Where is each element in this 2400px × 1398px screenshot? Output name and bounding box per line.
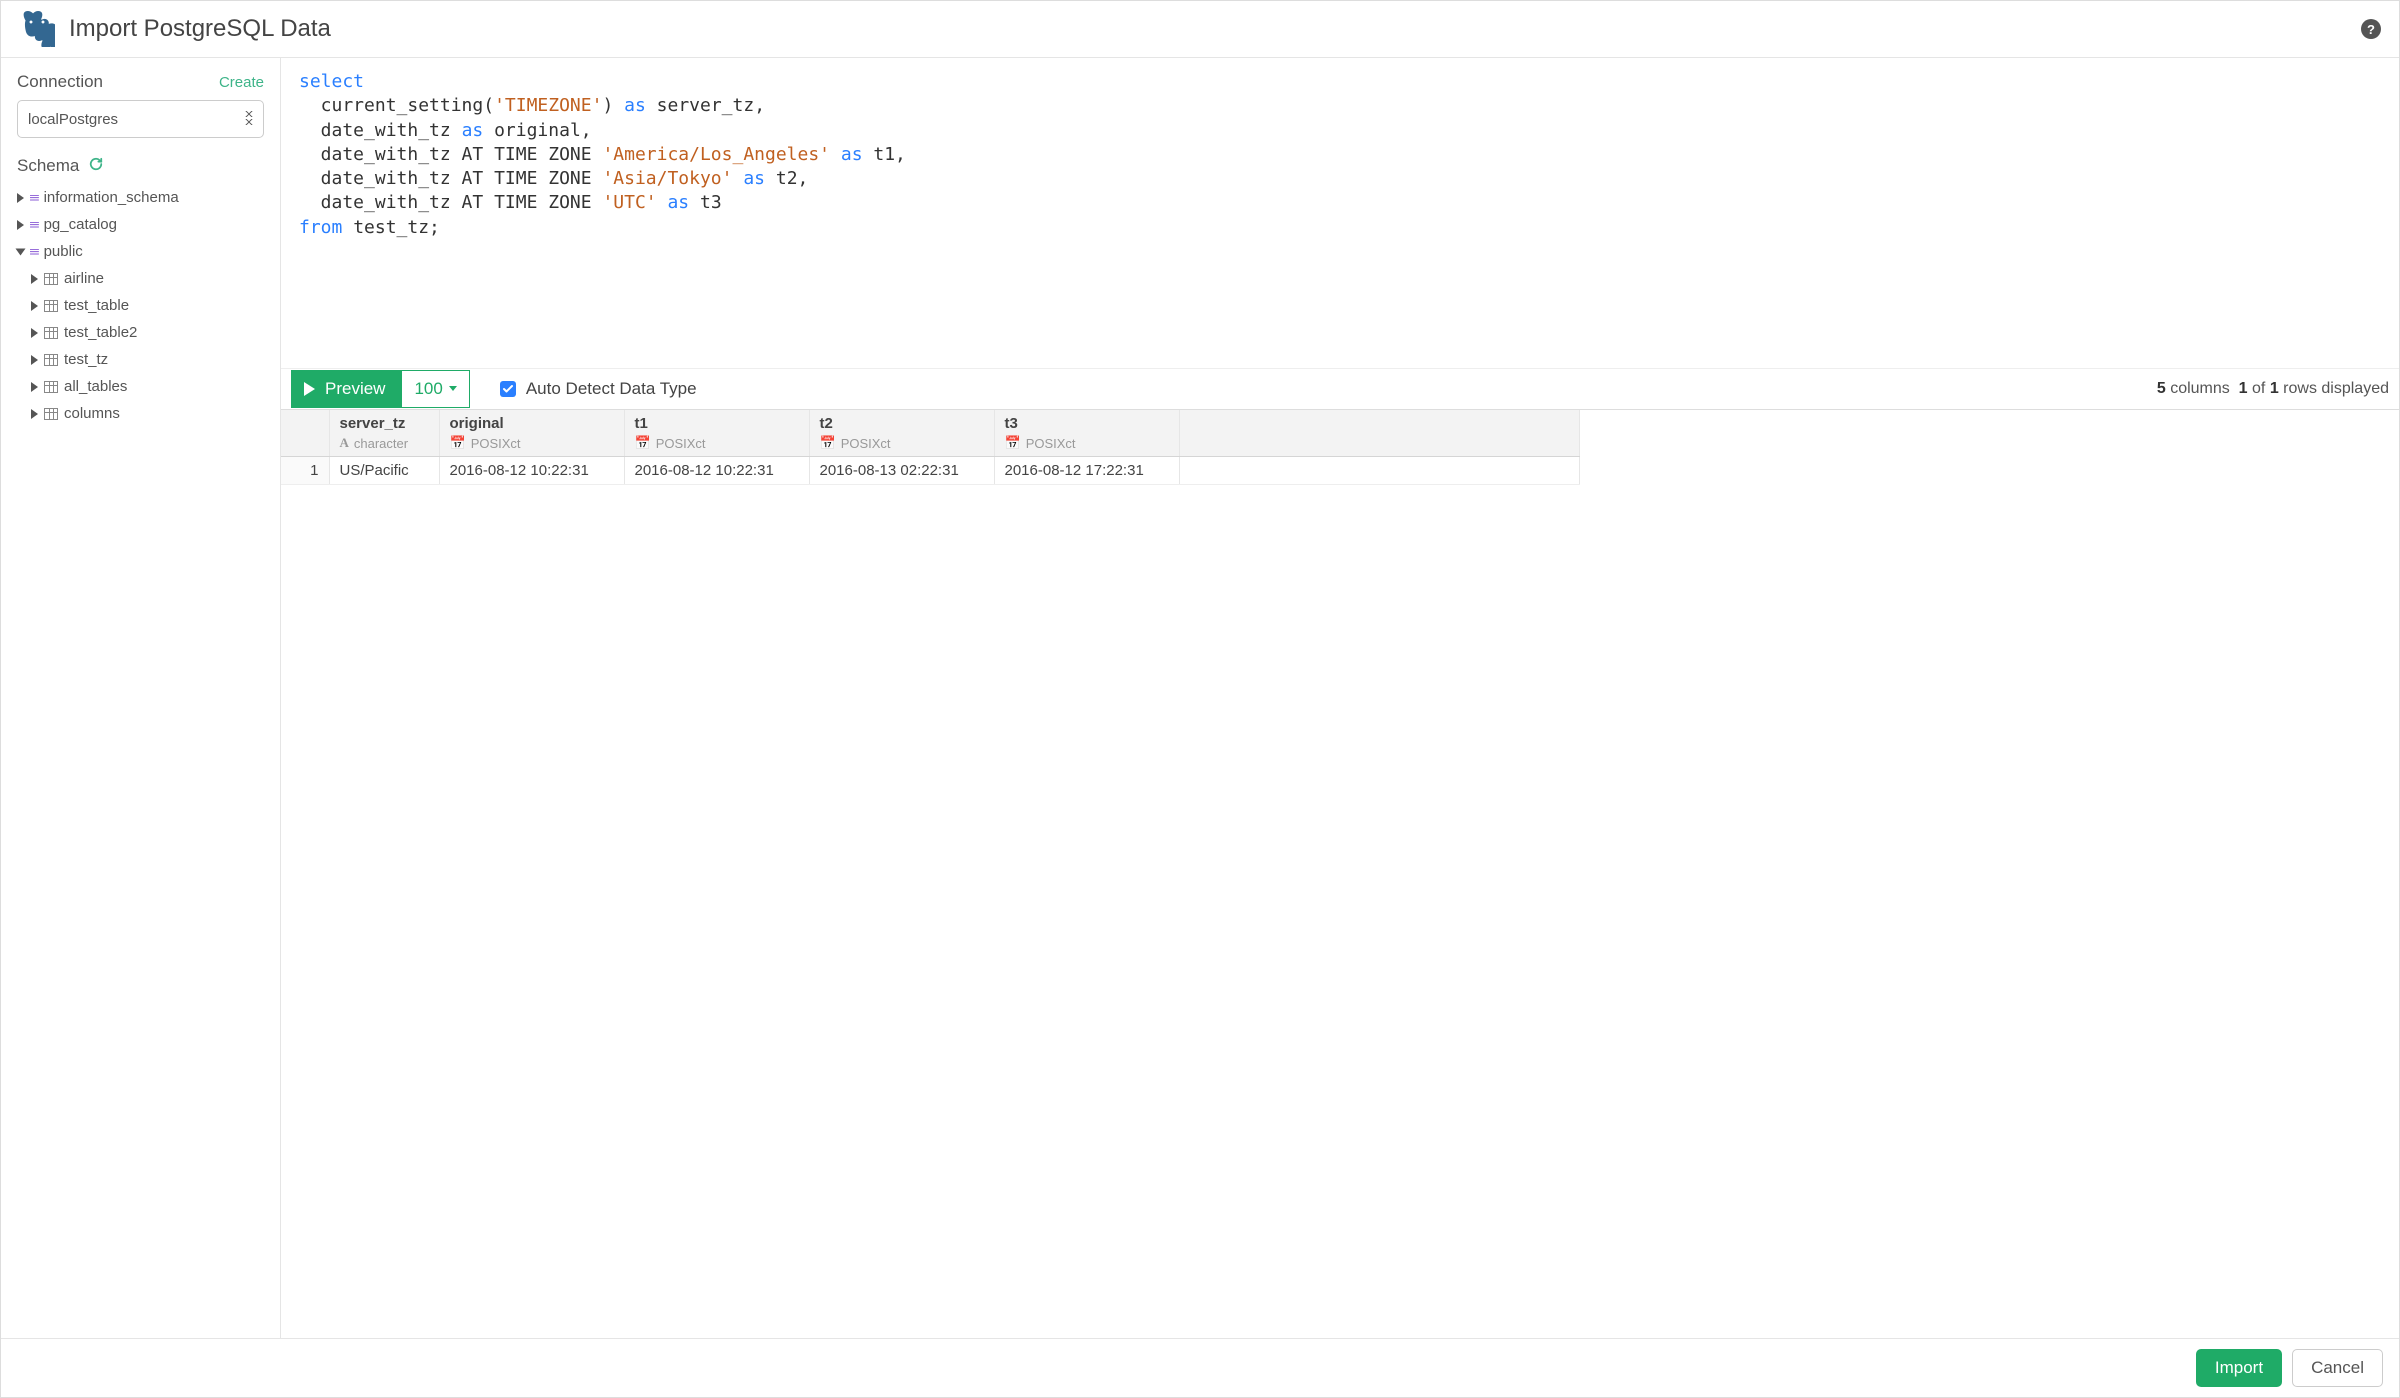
schema-icon: ≡ — [29, 244, 35, 259]
table-name: all_tables — [64, 378, 127, 395]
datetime-type-icon: 📅 — [450, 435, 466, 451]
table-name: test_tz — [64, 351, 108, 368]
table-name: test_table2 — [64, 324, 137, 341]
cancel-button[interactable]: Cancel — [2292, 1349, 2383, 1387]
column-header[interactable]: t1 📅POSIXct — [624, 410, 809, 457]
cell[interactable]: 2016-08-12 17:22:31 — [994, 457, 1179, 485]
caret-icon — [31, 409, 38, 419]
sidebar-schema-item[interactable]: ≡ pg_catalog — [17, 211, 264, 238]
table-icon — [44, 327, 58, 339]
refresh-icon[interactable] — [89, 156, 103, 176]
sidebar-schema-item[interactable]: ≡ public — [17, 238, 264, 265]
text-type-icon: A — [340, 435, 349, 451]
sidebar-schema-item[interactable]: ≡ information_schema — [17, 184, 264, 211]
schema-icon: ≡ — [29, 190, 35, 205]
table-icon — [44, 408, 58, 420]
caret-icon — [31, 301, 38, 311]
sidebar-table-item[interactable]: test_tz — [31, 346, 264, 373]
caret-icon — [16, 248, 26, 255]
schema-icon: ≡ — [29, 217, 35, 232]
table-icon — [44, 273, 58, 285]
help-icon[interactable]: ? — [2361, 19, 2381, 39]
column-header[interactable]: original 📅POSIXct — [439, 410, 624, 457]
sidebar-table-item[interactable]: columns — [31, 400, 264, 427]
connection-select[interactable]: localPostgres — [17, 100, 264, 138]
titlebar: Import PostgreSQL Data ? — [1, 1, 2399, 58]
footer: Import Cancel — [1, 1338, 2399, 1397]
preview-button[interactable]: Preview — [291, 370, 402, 408]
datetime-type-icon: 📅 — [820, 435, 836, 451]
cell[interactable]: 2016-08-12 10:22:31 — [439, 457, 624, 485]
table-name: airline — [64, 270, 104, 287]
sql-editor[interactable]: select current_setting('TIMEZONE') as se… — [281, 58, 2399, 368]
table-icon — [44, 381, 58, 393]
datetime-type-icon: 📅 — [635, 435, 651, 451]
cell[interactable]: US/Pacific — [329, 457, 439, 485]
caret-icon — [31, 382, 38, 392]
postgresql-elephant-icon — [19, 11, 55, 47]
preview-toolbar: Preview 100 Auto Detect Data Type 5 colu… — [281, 368, 2399, 410]
row-number: 1 — [281, 457, 329, 485]
caret-icon — [31, 355, 38, 365]
auto-detect-checkbox[interactable]: Auto Detect Data Type — [500, 379, 697, 399]
table-name: columns — [64, 405, 120, 422]
schema-name: public — [44, 243, 83, 260]
column-header[interactable]: t3 📅POSIXct — [994, 410, 1179, 457]
page-title: Import PostgreSQL Data — [69, 15, 2347, 43]
table-name: test_table — [64, 297, 129, 314]
import-button[interactable]: Import — [2196, 1349, 2282, 1387]
cell[interactable]: 2016-08-13 02:22:31 — [809, 457, 994, 485]
sidebar-table-item[interactable]: test_table2 — [31, 319, 264, 346]
sidebar-table-item[interactable]: airline — [31, 265, 264, 292]
sidebar: Connection Create localPostgres Schema ≡… — [1, 58, 281, 1338]
row-limit-dropdown[interactable]: 100 — [402, 370, 469, 408]
table-icon — [44, 354, 58, 366]
checkbox-checked-icon — [500, 381, 516, 397]
column-header[interactable]: server_tz Acharacter — [329, 410, 439, 457]
results-grid: server_tz Acharacteroriginal 📅POSIXctt1 … — [281, 410, 2399, 1338]
table-row[interactable]: 1US/Pacific2016-08-12 10:22:312016-08-12… — [281, 457, 1579, 485]
sidebar-table-item[interactable]: test_table — [31, 292, 264, 319]
caret-icon — [17, 220, 24, 230]
column-header[interactable]: t2 📅POSIXct — [809, 410, 994, 457]
datetime-type-icon: 📅 — [1005, 435, 1021, 451]
chevron-down-icon — [449, 386, 457, 391]
schema-name: pg_catalog — [44, 216, 117, 233]
rownum-header — [281, 410, 329, 457]
caret-icon — [17, 193, 24, 203]
schema-label: Schema — [17, 156, 79, 176]
schema-name: information_schema — [44, 189, 179, 206]
table-icon — [44, 300, 58, 312]
connection-label: Connection — [17, 72, 103, 92]
row-count-status: 5 columns 1 of 1 rows displayed — [2157, 380, 2389, 398]
caret-icon — [31, 328, 38, 338]
play-icon — [304, 382, 315, 396]
caret-icon — [31, 274, 38, 284]
sidebar-table-item[interactable]: all_tables — [31, 373, 264, 400]
cell[interactable]: 2016-08-12 10:22:31 — [624, 457, 809, 485]
main-panel: select current_setting('TIMEZONE') as se… — [281, 58, 2399, 1338]
create-connection-link[interactable]: Create — [219, 74, 264, 91]
